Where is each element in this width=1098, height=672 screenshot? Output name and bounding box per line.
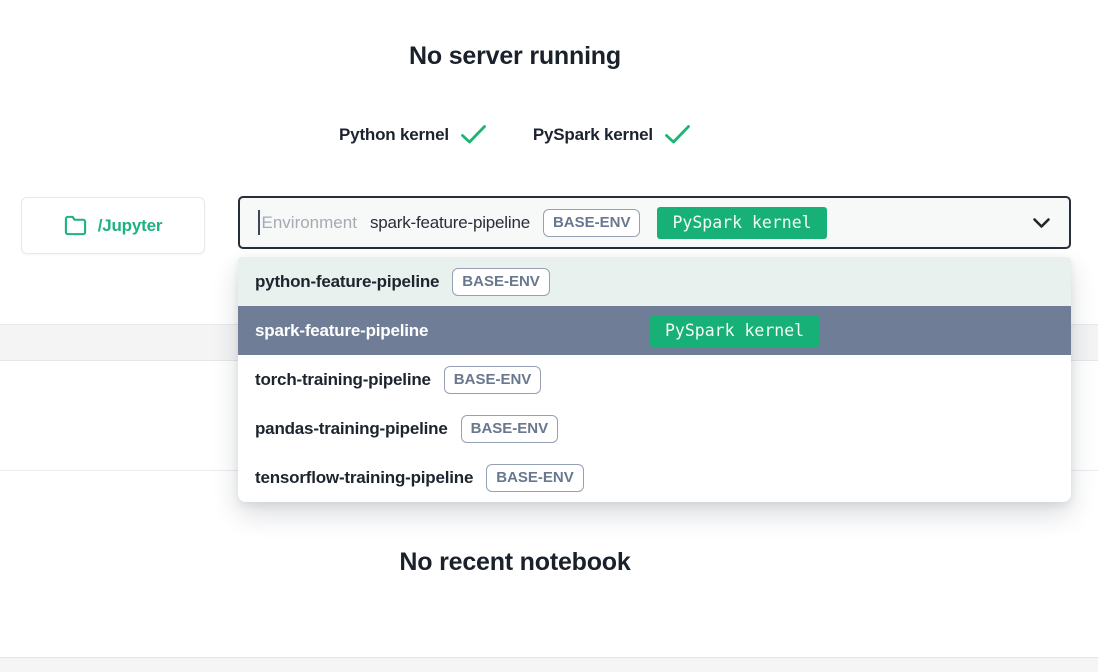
pyspark-kernel-badge: PySpark kernel: [650, 315, 819, 347]
option-label: tensorflow-training-pipeline: [255, 468, 473, 488]
option-label: spark-feature-pipeline: [255, 321, 428, 341]
text-caret: [258, 210, 260, 235]
environment-placeholder: Environment: [262, 213, 357, 233]
option-label: torch-training-pipeline: [255, 370, 431, 390]
pyspark-kernel-badge: PySpark kernel: [657, 207, 826, 239]
kernel-status-row: Python kernel PySpark kernel: [0, 124, 1030, 145]
option-label: pandas-training-pipeline: [255, 419, 448, 439]
no-recent-notebook-title: No recent notebook: [0, 548, 1030, 577]
base-env-badge: BASE-ENV: [486, 464, 584, 492]
base-env-badge: BASE-ENV: [543, 209, 641, 237]
folder-icon: [64, 214, 87, 237]
background-footer-band: [0, 657, 1098, 672]
jupyter-path-button[interactable]: /Jupyter: [21, 197, 205, 254]
jupyter-path-label: /Jupyter: [98, 216, 163, 236]
jupyter-launcher-page: No server running Python kernel PySpark …: [0, 0, 1098, 672]
base-env-badge: BASE-ENV: [444, 366, 542, 394]
check-icon: [664, 124, 691, 145]
chevron-down-icon[interactable]: [1032, 217, 1051, 229]
python-kernel-status: Python kernel: [339, 124, 487, 145]
pyspark-kernel-label: PySpark kernel: [533, 125, 653, 145]
environment-combobox[interactable]: Environment spark-feature-pipeline BASE-…: [238, 196, 1071, 249]
dropdown-option-tensorflow-training-pipeline[interactable]: tensorflow-training-pipeline BASE-ENV: [238, 453, 1071, 502]
python-kernel-label: Python kernel: [339, 125, 449, 145]
no-server-running-title: No server running: [0, 42, 1030, 71]
base-env-badge: BASE-ENV: [461, 415, 559, 443]
check-icon: [460, 124, 487, 145]
environment-dropdown-menu: python-feature-pipeline BASE-ENV spark-f…: [238, 257, 1071, 502]
dropdown-option-spark-feature-pipeline[interactable]: spark-feature-pipeline PySpark kernel: [238, 306, 1071, 355]
environment-selected-value: spark-feature-pipeline: [370, 213, 530, 233]
dropdown-option-torch-training-pipeline[interactable]: torch-training-pipeline BASE-ENV: [238, 355, 1071, 404]
dropdown-option-python-feature-pipeline[interactable]: python-feature-pipeline BASE-ENV: [238, 257, 1071, 306]
dropdown-option-pandas-training-pipeline[interactable]: pandas-training-pipeline BASE-ENV: [238, 404, 1071, 453]
base-env-badge: BASE-ENV: [452, 268, 550, 296]
pyspark-kernel-status: PySpark kernel: [533, 124, 691, 145]
option-label: python-feature-pipeline: [255, 272, 439, 292]
